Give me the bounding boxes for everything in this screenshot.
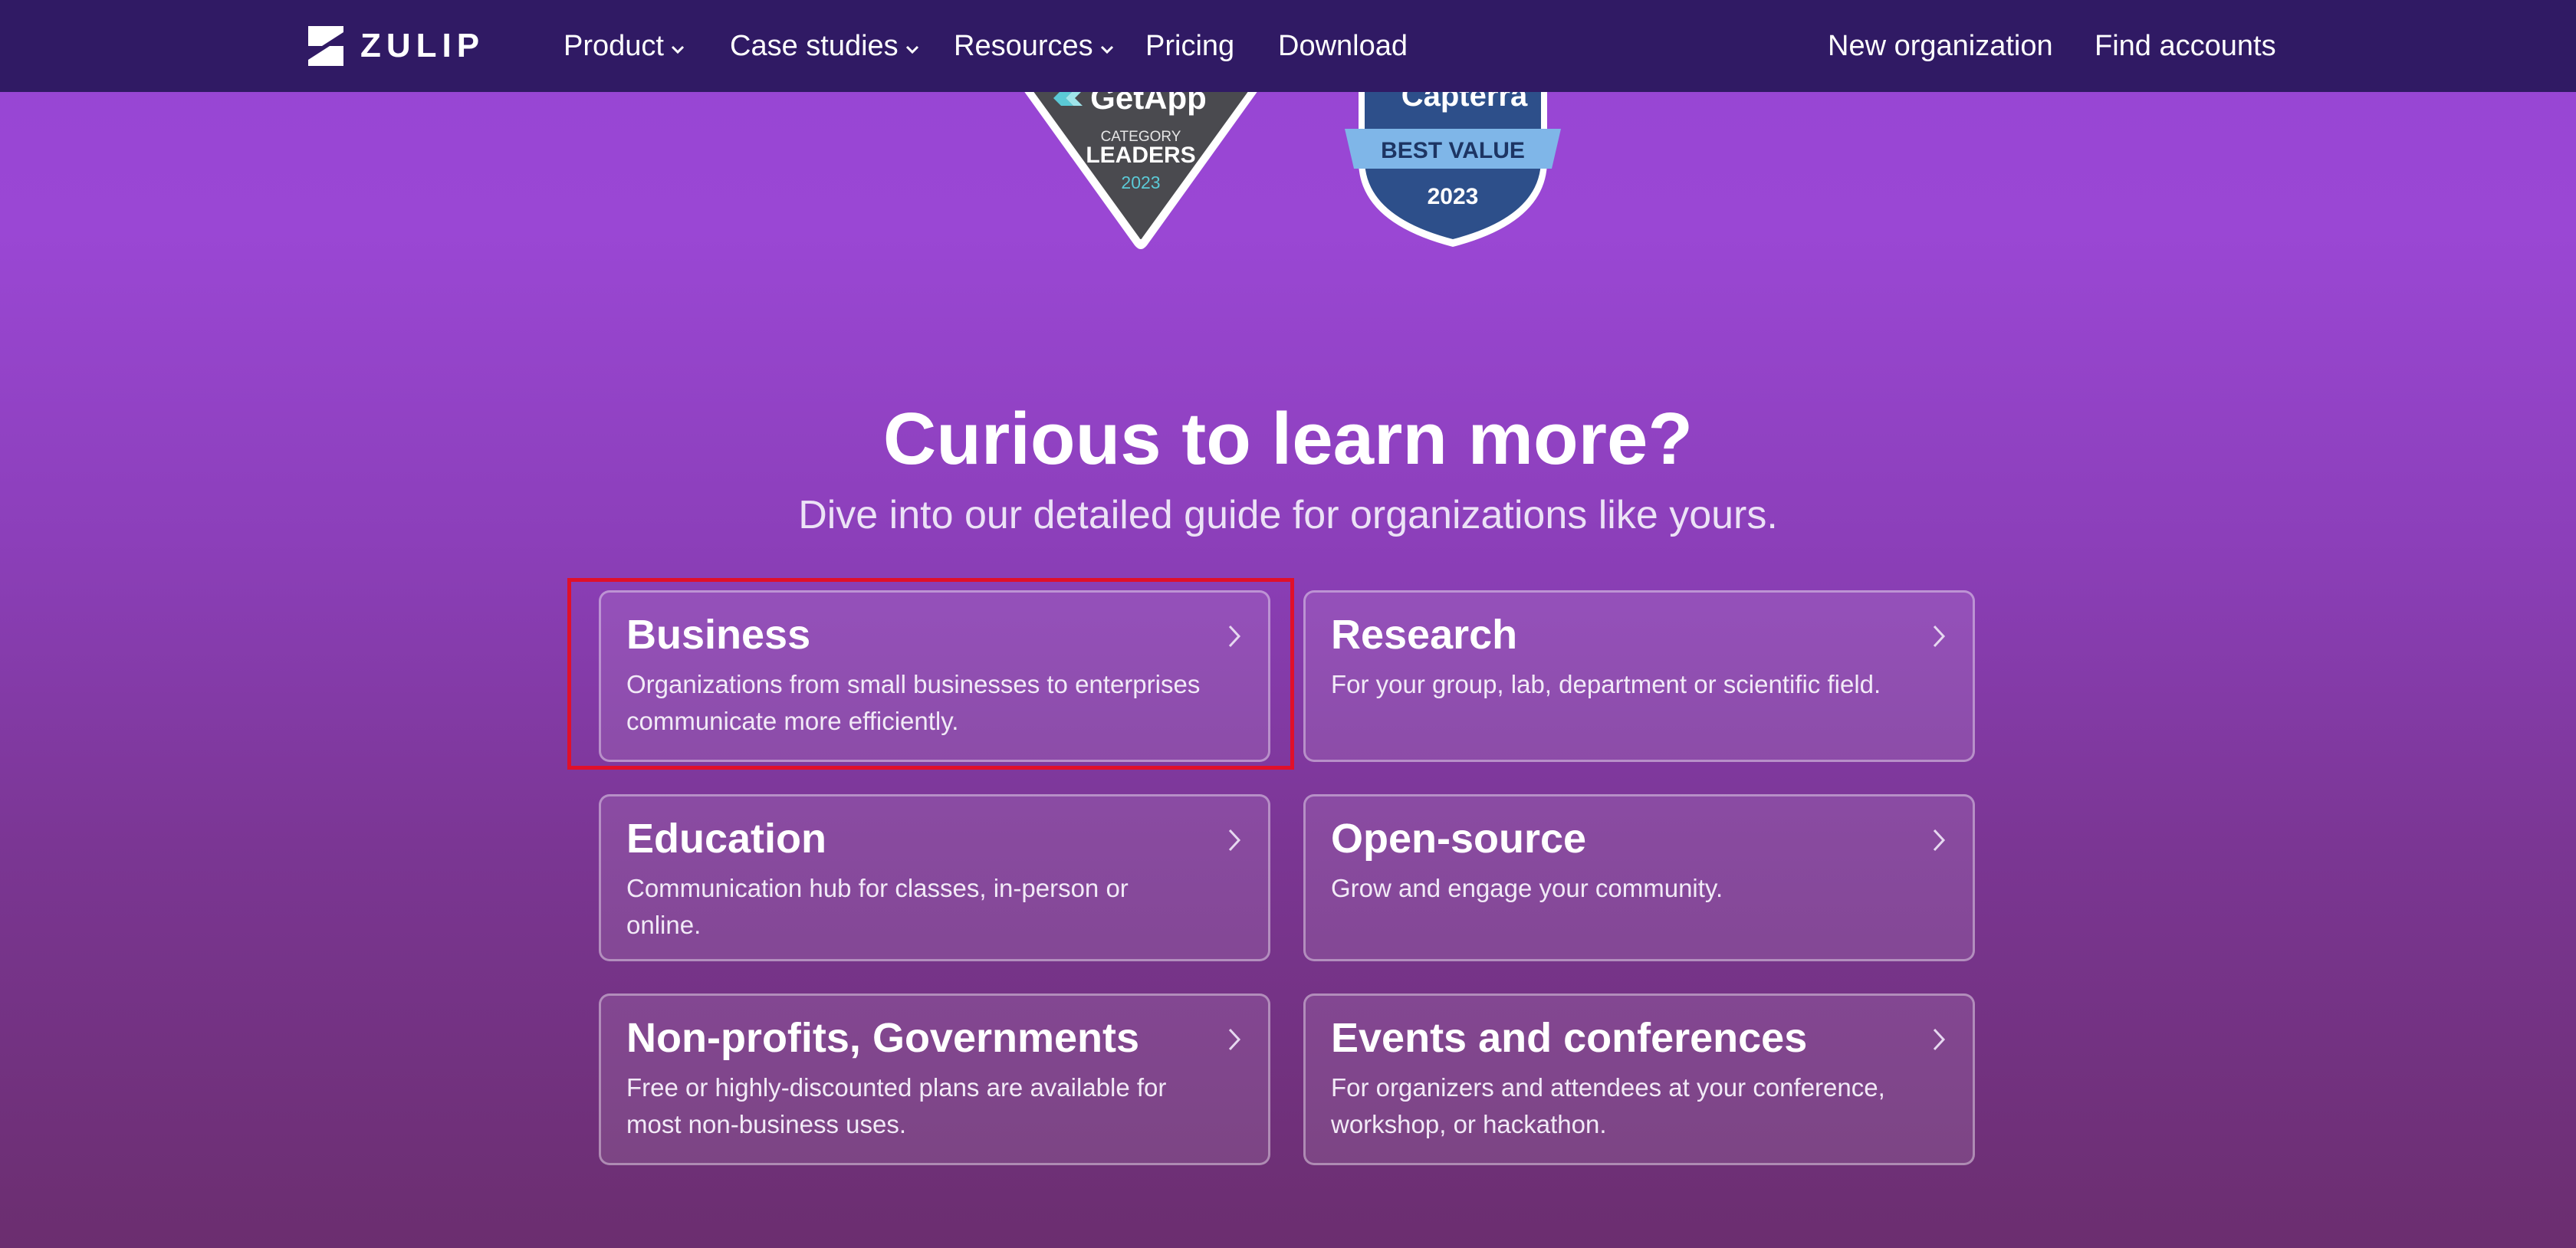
capterra-ribbon: BEST VALUE bbox=[1381, 138, 1525, 163]
nav-case-studies-label: Case studies bbox=[730, 29, 899, 62]
card-open-source[interactable]: Open-source Grow and engage your communi… bbox=[1303, 794, 1975, 961]
chevron-down-icon bbox=[905, 30, 920, 63]
nav-product-label: Product bbox=[564, 29, 664, 62]
card-non-profits[interactable]: Non-profits, Governments Free or highly-… bbox=[599, 993, 1270, 1165]
nav-pricing[interactable]: Pricing bbox=[1145, 25, 1234, 67]
chevron-down-icon bbox=[670, 30, 685, 63]
card-business-title: Business bbox=[626, 612, 811, 658]
card-business[interactable]: Business Organizations from small busine… bbox=[599, 590, 1270, 762]
chevron-right-icon bbox=[1227, 827, 1242, 857]
capterra-year: 2023 bbox=[1428, 184, 1479, 209]
getapp-line2: LEADERS bbox=[1086, 143, 1195, 168]
top-navbar: ZULIP Product Case studies Resources Pri… bbox=[0, 0, 2576, 92]
nav-resources-label: Resources bbox=[954, 29, 1093, 62]
nav-download[interactable]: Download bbox=[1278, 25, 1408, 67]
card-business-description: Organizations from small businesses to e… bbox=[626, 670, 1201, 735]
chevron-right-icon bbox=[1931, 623, 1947, 653]
card-events[interactable]: Events and conferences For organizers an… bbox=[1303, 993, 1975, 1165]
card-research[interactable]: Research For your group, lab, department… bbox=[1303, 590, 1975, 762]
getapp-year: 2023 bbox=[1121, 172, 1160, 192]
section-subheading: Dive into our detailed guide for organiz… bbox=[798, 493, 1778, 537]
chevron-right-icon bbox=[1931, 827, 1947, 857]
chevron-down-icon bbox=[1099, 30, 1115, 63]
section-heading: Curious to learn more? bbox=[882, 398, 1694, 480]
card-education-description: Communication hub for classes, in-person… bbox=[626, 874, 1129, 939]
nav-find-accounts-label: Find accounts bbox=[2095, 29, 2276, 62]
card-education-title: Education bbox=[626, 816, 827, 862]
nav-resources[interactable]: Resources bbox=[954, 25, 1115, 67]
chevron-right-icon bbox=[1931, 1026, 1947, 1056]
nav-new-organization-label: New organization bbox=[1828, 29, 2053, 62]
zulip-logo[interactable]: ZULIP bbox=[305, 25, 485, 67]
nav-download-label: Download bbox=[1278, 29, 1408, 62]
nav-product[interactable]: Product bbox=[564, 25, 685, 67]
logo-text: ZULIP bbox=[360, 27, 485, 64]
chevron-right-icon bbox=[1227, 1026, 1242, 1056]
card-education[interactable]: Education Communication hub for classes,… bbox=[599, 794, 1270, 961]
card-events-title: Events and conferences bbox=[1331, 1015, 1808, 1061]
card-non-profits-description: Free or highly-discounted plans are avai… bbox=[626, 1073, 1167, 1138]
nav-new-organization[interactable]: New organization bbox=[1828, 25, 2053, 67]
nav-find-accounts[interactable]: Find accounts bbox=[2095, 25, 2276, 67]
card-non-profits-title: Non-profits, Governments bbox=[626, 1015, 1140, 1061]
card-open-source-title: Open-source bbox=[1331, 816, 1587, 862]
card-open-source-description: Grow and engage your community. bbox=[1331, 874, 1723, 902]
nav-case-studies[interactable]: Case studies bbox=[730, 25, 920, 67]
chevron-right-icon bbox=[1227, 623, 1242, 653]
card-research-title: Research bbox=[1331, 612, 1518, 658]
card-research-description: For your group, lab, department or scien… bbox=[1331, 670, 1881, 698]
nav-pricing-label: Pricing bbox=[1145, 29, 1235, 62]
card-events-description: For organizers and attendees at your con… bbox=[1331, 1073, 1885, 1138]
zulip-logo-icon bbox=[308, 26, 343, 66]
